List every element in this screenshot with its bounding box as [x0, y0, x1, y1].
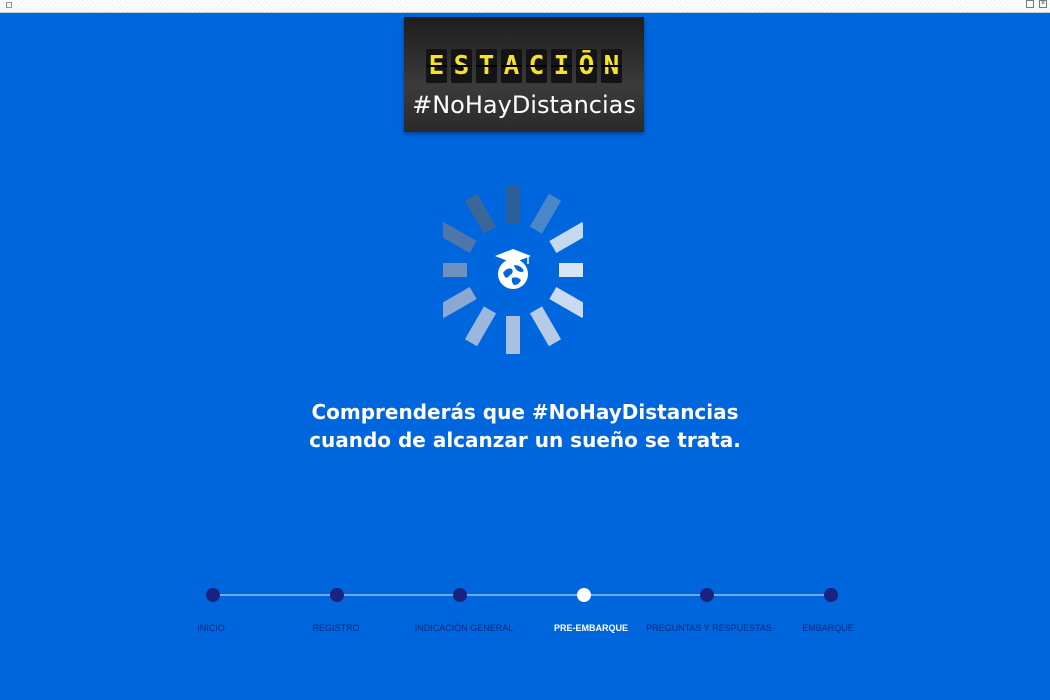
window-icon	[6, 2, 12, 8]
estacion-logo: E S T A C I Ō N #NoHayDistancias	[404, 17, 644, 132]
logo-letter: C	[526, 49, 547, 83]
spinner-bar	[443, 221, 477, 254]
spinner-bar	[506, 316, 520, 354]
step-label-registro: REGISTRO	[312, 623, 360, 633]
spinner-bar	[529, 306, 562, 347]
step-dot-indicacion-general[interactable]	[453, 588, 467, 602]
logo-letter: A	[501, 49, 522, 83]
logo-flap-letters: E S T A C I Ō N	[426, 49, 622, 83]
message-line-1: Comprenderás que #NoHayDistancias	[311, 400, 739, 424]
step-dot-preguntas-respuestas[interactable]	[700, 588, 714, 602]
step-dot-inicio[interactable]	[206, 588, 220, 602]
step-dot-pre-embarque[interactable]	[577, 588, 591, 602]
spinner-bar	[443, 286, 477, 319]
logo-letter: N	[601, 49, 622, 83]
spinner-bar	[549, 221, 583, 254]
restore-window-button[interactable]	[1026, 0, 1034, 8]
spinner-bar	[549, 286, 583, 319]
spinner-bar	[559, 263, 583, 277]
spinner-bar	[464, 306, 497, 347]
step-dot-registro[interactable]	[330, 588, 344, 602]
browser-top-bar: ×	[0, 0, 1050, 13]
close-window-button[interactable]: ×	[1039, 0, 1047, 8]
step-label-embarque: EMBARQUE	[802, 623, 854, 633]
step-label-inicio: INICIO	[197, 623, 225, 633]
spinner-bar	[464, 193, 497, 234]
message-line-2: cuando de alcanzar un sueño se trata.	[309, 428, 741, 452]
logo-hashtag: #NoHayDistancias	[412, 91, 636, 119]
logo-letter: S	[451, 49, 472, 83]
progress-track	[213, 594, 831, 596]
logo-letter: T	[476, 49, 497, 83]
step-label-indicacion-general: INDICACIÓN GENERAL	[414, 623, 514, 633]
spinner-bar	[443, 263, 467, 277]
graduation-globe-icon	[495, 249, 531, 289]
spinner-bar	[529, 193, 562, 234]
loading-message: Comprenderás que #NoHayDistancias cuando…	[0, 398, 1050, 454]
step-dot-embarque[interactable]	[824, 588, 838, 602]
logo-letter: E	[426, 49, 447, 83]
logo-letter: I	[551, 49, 572, 83]
spinner-bar	[506, 186, 520, 224]
step-label-preguntas-respuestas: PREGUNTAS Y RESPUESTAS	[646, 623, 772, 633]
logo-letter: Ō	[576, 49, 597, 83]
step-label-pre-embarque: PRE-EMBARQUE	[553, 623, 629, 633]
